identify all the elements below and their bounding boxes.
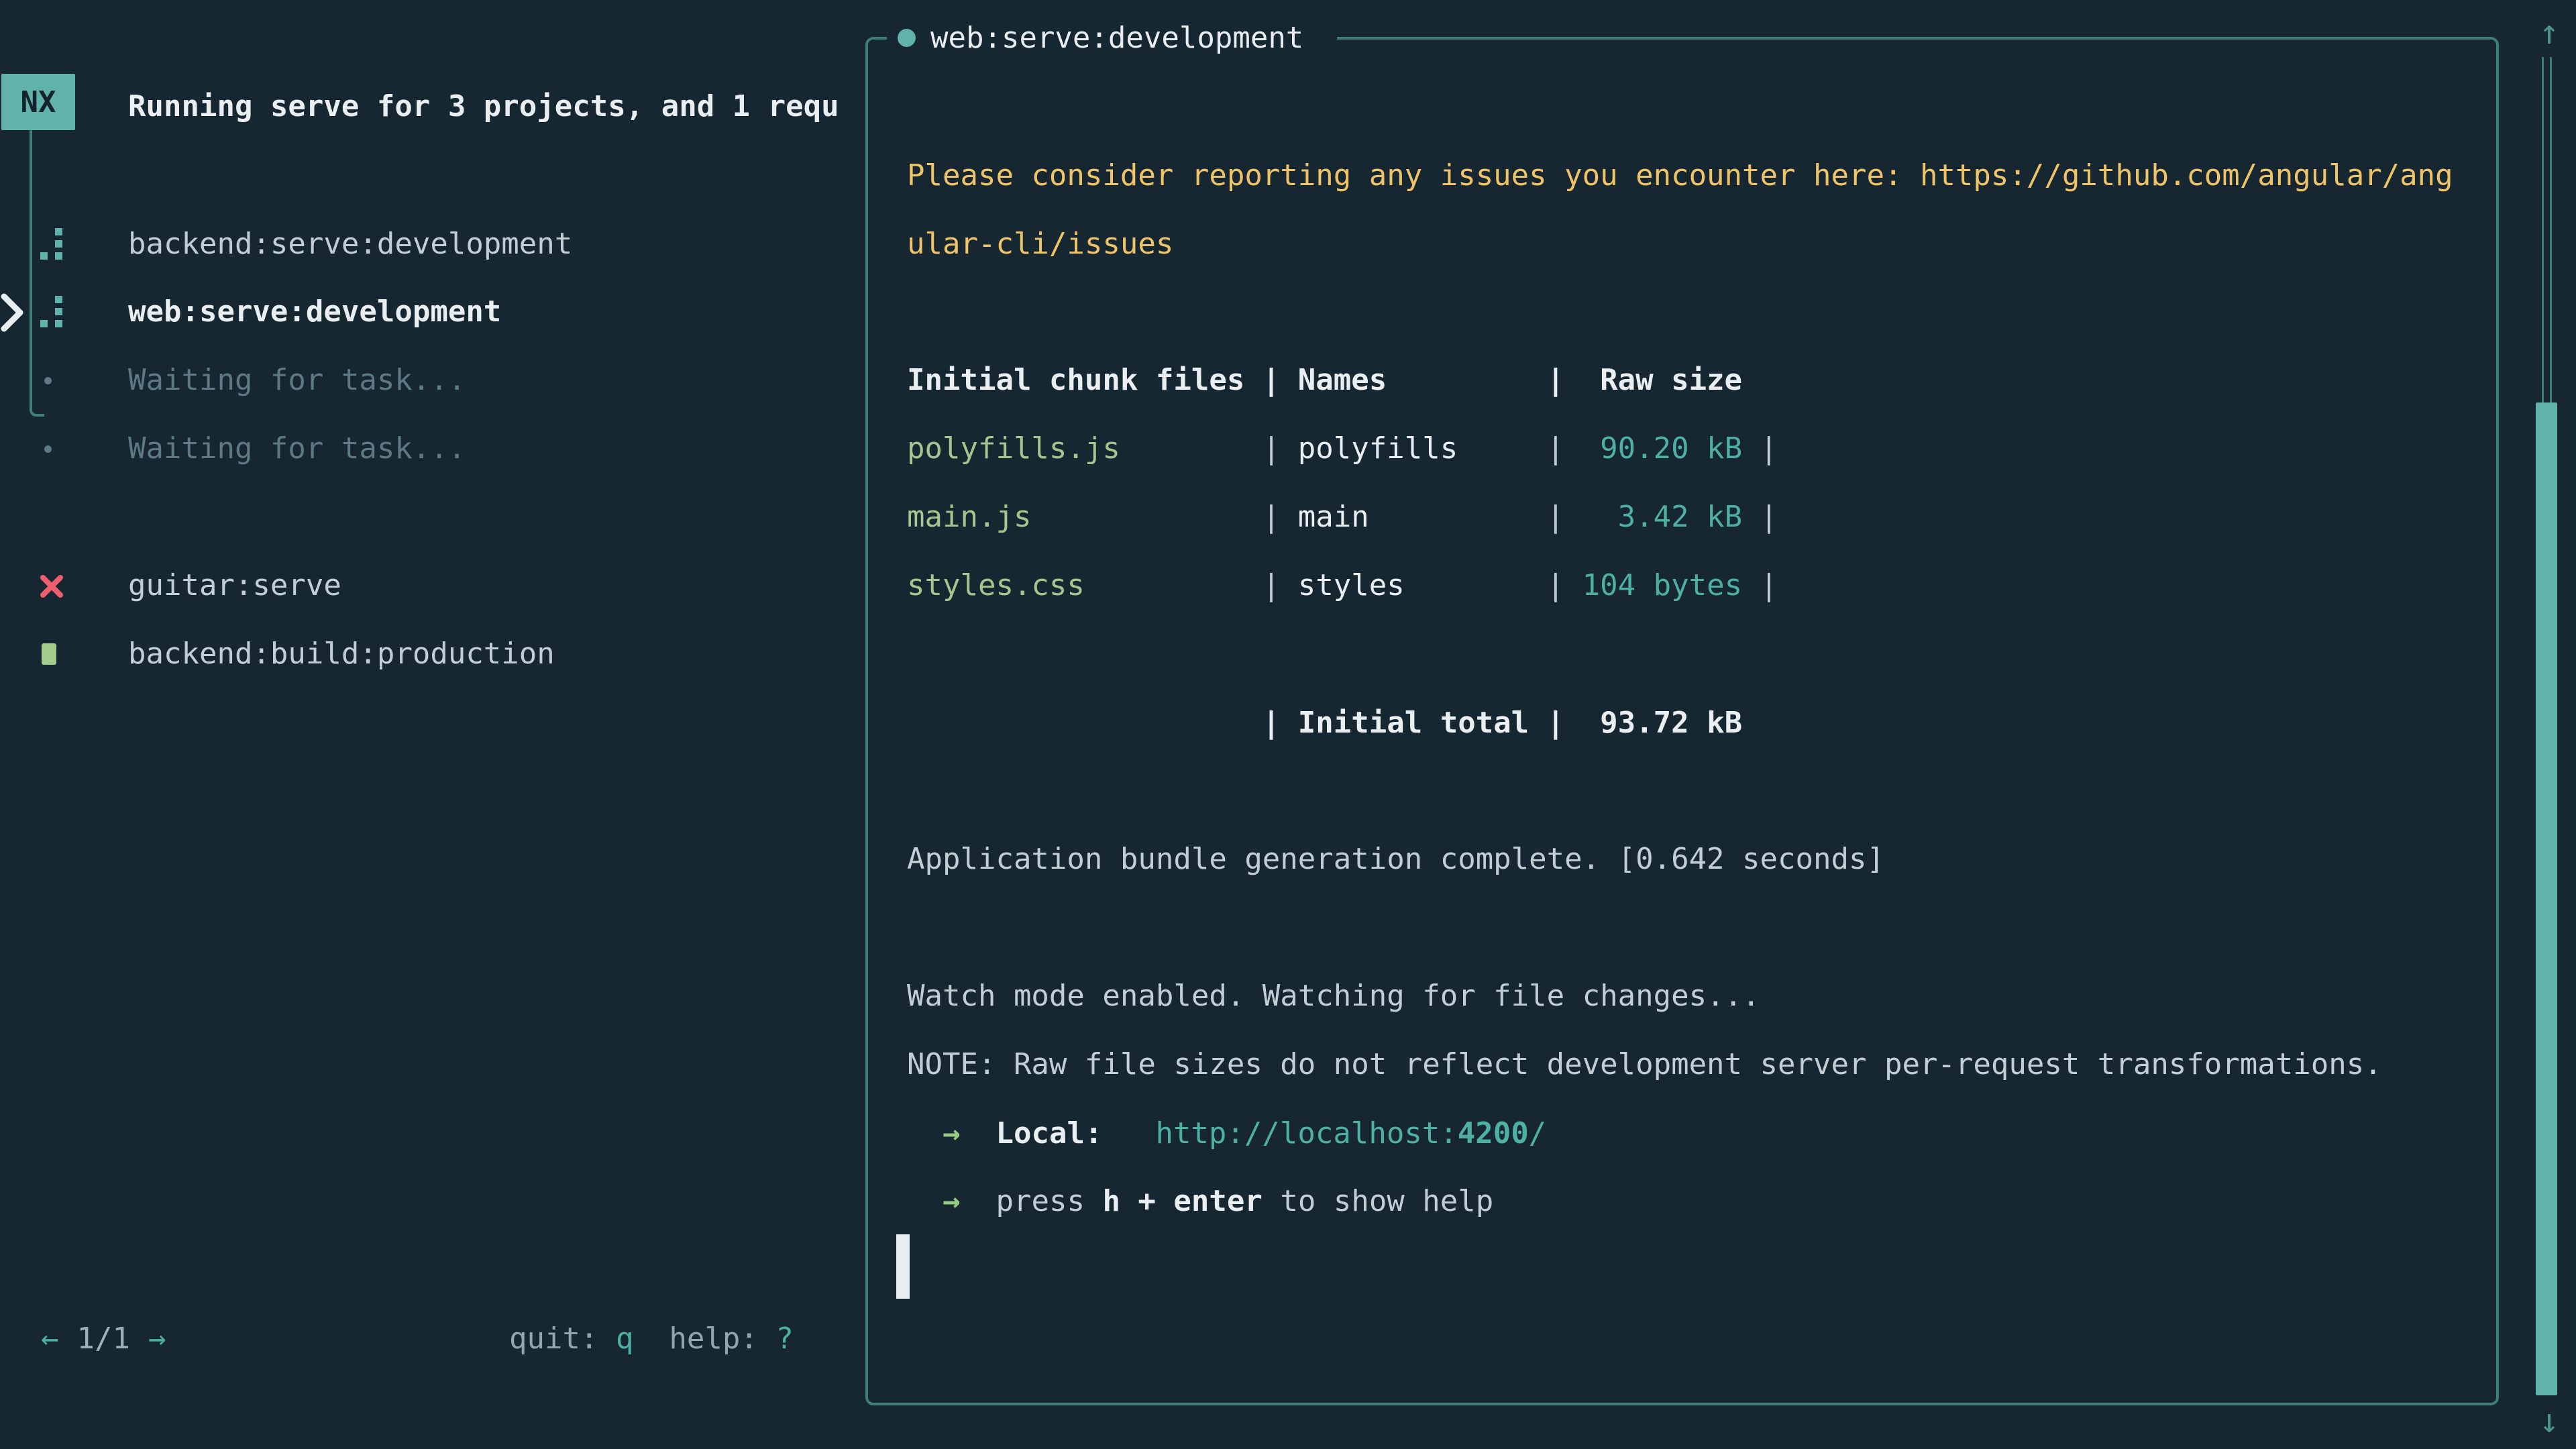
arrow-right-icon: → xyxy=(943,1116,961,1150)
chunk-name: main xyxy=(1298,500,1369,534)
panel-title-label: web:serve:development xyxy=(930,21,1303,55)
table-row: main.js | main | 3.42 kB | xyxy=(907,483,1778,551)
failed-x-icon xyxy=(39,574,64,599)
table-separator: | xyxy=(1742,568,1778,602)
table-separator: | xyxy=(1031,500,1297,534)
sidebar-item-waiting-2[interactable]: Waiting for task... xyxy=(128,415,466,483)
table-separator: | xyxy=(1405,568,1582,602)
table-separator: | xyxy=(1742,500,1778,534)
sidebar-item-web-serve[interactable]: web:serve:development xyxy=(128,278,501,346)
url-port: 4200 xyxy=(1458,1116,1529,1150)
table-separator: | xyxy=(1529,706,1600,740)
sidebar-item-guitar-serve[interactable]: guitar:serve xyxy=(128,551,341,620)
chunk-file: styles.css xyxy=(907,568,1085,602)
selected-task-chevron-icon xyxy=(0,292,25,333)
terminal-cursor xyxy=(896,1234,910,1299)
local-server-line: → Local: http://localhost:4200/ xyxy=(943,1099,1546,1168)
chunk-size: 3.42 kB xyxy=(1618,500,1742,534)
chunk-name: styles xyxy=(1298,568,1405,602)
scroll-down-icon[interactable]: ↓ xyxy=(2529,1401,2569,1441)
help-hint-line: → press h + enter to show help xyxy=(943,1167,1493,1236)
url-suffix: / xyxy=(1529,1116,1547,1150)
chunk-table-header: Initial chunk files | Names | Raw size xyxy=(907,346,1742,415)
help-keys: h + enter xyxy=(1102,1184,1262,1218)
nx-logo: NX xyxy=(1,74,75,130)
raw-size-note: NOTE: Raw file sizes do not reflect deve… xyxy=(907,1030,2382,1099)
task-label: Waiting for task... xyxy=(128,363,466,397)
chunk-size: 104 bytes xyxy=(1582,568,1742,602)
table-separator: | xyxy=(1120,431,1298,466)
waiting-dot-icon xyxy=(44,445,52,453)
url-prefix: http://localhost: xyxy=(1155,1116,1457,1150)
quit-label: quit: xyxy=(509,1322,616,1356)
pager-prev-arrow-icon[interactable]: ← xyxy=(41,1322,59,1356)
task-label: web:serve:development xyxy=(128,294,501,329)
chunk-file: main.js xyxy=(907,500,1031,534)
arrow-right-icon: → xyxy=(943,1184,961,1218)
table-separator: | xyxy=(907,706,1298,740)
sidebar-item-waiting-1[interactable]: Waiting for task... xyxy=(128,346,466,415)
chunk-file: polyfills.js xyxy=(907,431,1120,466)
local-label: Local: xyxy=(996,1116,1103,1150)
task-label: backend:serve:development xyxy=(128,227,572,261)
initial-total-row: | Initial total | 93.72 kB xyxy=(907,689,1742,757)
help-label: help: xyxy=(633,1322,775,1356)
task-tree-line xyxy=(30,130,44,417)
spinner-icon xyxy=(40,228,62,260)
scroll-up-icon[interactable]: ↑ xyxy=(2529,12,2569,52)
chunk-size: 90.20 kB xyxy=(1600,431,1742,466)
shortcut-hints: quit: q help: ? xyxy=(509,1305,794,1373)
table-separator: | xyxy=(1085,568,1298,602)
table-row: polyfills.js | polyfills | 90.20 kB | xyxy=(907,415,1778,483)
sidebar-title: Running serve for 3 projects, and 1 requ xyxy=(128,72,839,141)
task-label: backend:build:production xyxy=(128,637,555,671)
help-post: to show help xyxy=(1263,1184,1493,1218)
help-key[interactable]: ? xyxy=(775,1322,794,1356)
watch-mode-message: Watch mode enabled. Watching for file ch… xyxy=(907,962,1760,1030)
running-bullet-icon xyxy=(898,29,916,47)
quit-key[interactable]: q xyxy=(616,1322,634,1356)
table-separator: | xyxy=(1742,431,1778,466)
task-label: guitar:serve xyxy=(128,568,341,602)
table-separator: | xyxy=(1369,500,1618,534)
table-row: styles.css | styles | 104 bytes | xyxy=(907,551,1778,620)
spinner-icon xyxy=(40,296,62,327)
pager-position: 1/1 xyxy=(77,1322,130,1356)
pager: ← 1/1 → xyxy=(41,1305,166,1373)
task-label: Waiting for task... xyxy=(128,431,466,466)
local-url[interactable]: http://localhost:4200/ xyxy=(1155,1116,1546,1150)
help-pre: press xyxy=(996,1184,1103,1218)
angular-issue-notice-wrap: ular-cli/issues xyxy=(907,210,1173,278)
table-separator: | xyxy=(1458,431,1600,466)
success-square-icon xyxy=(42,643,56,665)
sidebar-item-backend-build[interactable]: backend:build:production xyxy=(128,620,555,688)
total-label: Initial total xyxy=(1298,706,1529,740)
total-value: 93.72 kB xyxy=(1600,706,1742,740)
sidebar-item-backend-serve[interactable]: backend:serve:development xyxy=(128,210,572,278)
chunk-name: polyfills xyxy=(1298,431,1458,466)
bundle-complete-message: Application bundle generation complete. … xyxy=(907,825,1884,894)
panel-title: web:serve:development xyxy=(887,3,1337,72)
waiting-dot-icon xyxy=(44,377,52,384)
angular-issue-notice: Please consider reporting any issues you… xyxy=(907,142,2453,210)
pager-next-arrow-icon[interactable]: → xyxy=(148,1322,166,1356)
scrollbar-thumb[interactable] xyxy=(2536,402,2557,1395)
